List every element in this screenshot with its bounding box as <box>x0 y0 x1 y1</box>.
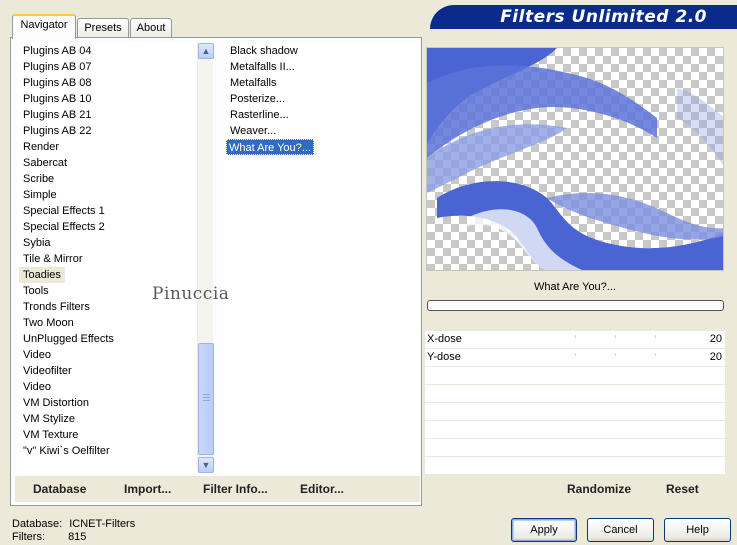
category-item[interactable]: Video <box>17 347 197 363</box>
slider-tick <box>615 353 616 356</box>
progress-bar <box>427 300 724 311</box>
status-database-label: Database: <box>12 518 63 530</box>
filter-item[interactable]: What Are You?... <box>226 139 314 155</box>
status-database: Database: ICNET-Filters <box>12 518 135 530</box>
param-label: X-dose <box>427 333 462 345</box>
param-row <box>425 457 725 475</box>
param-row[interactable]: Y-dose 20 <box>425 349 725 367</box>
param-value: 20 <box>709 351 722 363</box>
reset-button[interactable]: Reset <box>666 482 699 496</box>
category-item[interactable]: "v" Kiwi`s Oelfilter <box>17 443 197 459</box>
category-item[interactable]: Simple <box>17 187 197 203</box>
status-filters-value: 815 <box>68 531 87 543</box>
filter-item[interactable]: Posterize... <box>224 91 419 107</box>
editor-button[interactable]: Editor... <box>300 482 344 496</box>
status-filters: Filters: 815 <box>12 531 86 543</box>
category-item[interactable]: Sybia <box>17 235 197 251</box>
category-item[interactable]: Special Effects 2 <box>17 219 197 235</box>
slider-tick <box>575 353 576 356</box>
param-value: 20 <box>709 333 722 345</box>
scroll-down-button[interactable]: ▼ <box>198 457 214 473</box>
scroll-up-button[interactable]: ▲ <box>198 43 214 59</box>
category-item[interactable]: Plugins AB 04 <box>17 43 197 59</box>
param-row <box>425 367 725 385</box>
app-title: Filters Unlimited 2.0 <box>500 7 707 27</box>
param-row <box>425 439 725 457</box>
filter-item[interactable]: Black shadow <box>224 43 419 59</box>
watermark-signature: Pinuccia <box>152 284 230 304</box>
status-database-value: ICNET-Filters <box>69 518 136 530</box>
category-item[interactable]: Two Moon <box>17 315 197 331</box>
scrollbar-thumb[interactable] <box>198 343 214 455</box>
filter-item[interactable]: Rasterline... <box>224 107 419 123</box>
category-item[interactable]: Scribe <box>17 171 197 187</box>
category-item[interactable]: Plugins AB 07 <box>17 59 197 75</box>
preview-image <box>426 47 724 271</box>
category-item[interactable]: Plugins AB 22 <box>17 123 197 139</box>
slider-tick <box>655 335 656 338</box>
category-item[interactable]: Special Effects 1 <box>17 203 197 219</box>
tab-navigator[interactable]: Navigator <box>12 14 76 39</box>
param-row <box>425 421 725 439</box>
category-list[interactable]: Plugins AB 04 Plugins AB 07 Plugins AB 08 P… <box>17 43 197 473</box>
import-button[interactable]: Import... <box>124 482 171 496</box>
category-item[interactable]: VM Texture <box>17 427 197 443</box>
cancel-button[interactable]: Cancel <box>587 518 654 542</box>
category-item[interactable]: Plugins AB 21 <box>17 107 197 123</box>
help-button[interactable]: Help <box>664 518 731 542</box>
category-item[interactable]: Plugins AB 10 <box>17 91 197 107</box>
category-item[interactable]: UnPlugged Effects <box>17 331 197 347</box>
param-row[interactable]: X-dose 20 <box>425 331 725 349</box>
status-filters-label: Filters: <box>12 531 45 543</box>
param-row <box>425 385 725 403</box>
filter-item[interactable]: Metalfalls <box>224 75 419 91</box>
filter-list[interactable]: Black shadow Metalfalls II... Metalfalls Po… <box>224 43 419 473</box>
selected-filter-name: What Are You?... <box>534 281 616 293</box>
category-item[interactable]: Render <box>17 139 197 155</box>
randomize-button[interactable]: Randomize <box>567 482 631 496</box>
preview-wave-graphic <box>427 48 723 270</box>
app-banner: Filters Unlimited 2.0 <box>430 5 737 29</box>
param-label: Y-dose <box>427 351 461 363</box>
tab-presets[interactable]: Presets <box>77 18 129 38</box>
category-item[interactable]: Toadies <box>19 267 65 283</box>
category-item[interactable]: Videofilter <box>17 363 197 379</box>
category-item[interactable]: Tile & Mirror <box>17 251 197 267</box>
param-row <box>425 403 725 421</box>
category-item[interactable]: Sabercat <box>17 155 197 171</box>
category-item[interactable]: Video <box>17 379 197 395</box>
category-item[interactable]: VM Distortion <box>17 395 197 411</box>
apply-button[interactable]: Apply <box>511 518 577 542</box>
category-scrollbar[interactable]: ▲ ▼ <box>197 43 214 473</box>
database-button[interactable]: Database <box>33 482 86 496</box>
category-item[interactable]: Plugins AB 08 <box>17 75 197 91</box>
category-item[interactable]: VM Stylize <box>17 411 197 427</box>
filter-info-button[interactable]: Filter Info... <box>203 482 268 496</box>
tab-about[interactable]: About <box>130 18 172 38</box>
parameter-list: X-dose 20 Y-dose 20 <box>425 331 725 475</box>
slider-tick <box>615 335 616 338</box>
slider-tick <box>575 335 576 338</box>
filter-item[interactable]: Metalfalls II... <box>224 59 419 75</box>
slider-tick <box>655 353 656 356</box>
filter-item[interactable]: Weaver... <box>224 123 419 139</box>
